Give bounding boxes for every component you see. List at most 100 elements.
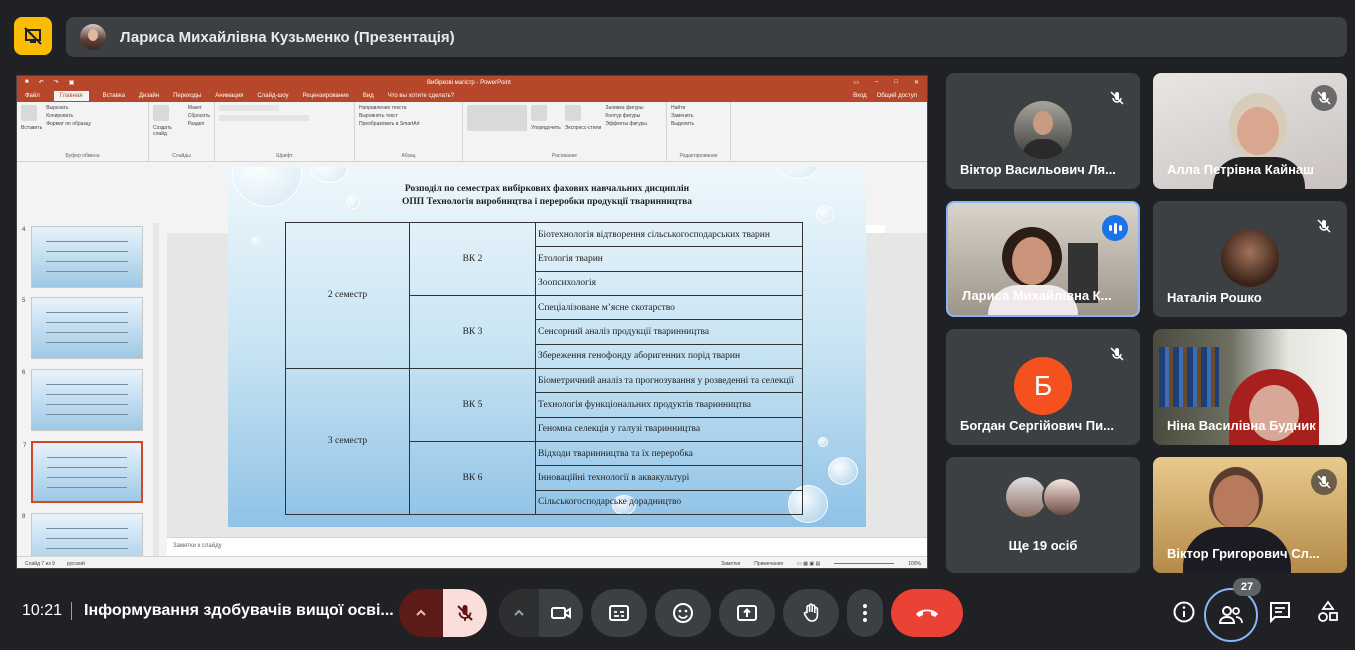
present-screen-button[interactable] [719,589,775,637]
replace-button[interactable]: Заменить [671,113,694,119]
group-code-cell: ВК 6 [409,440,536,516]
copy-button[interactable]: Копировать [46,113,91,119]
section-button[interactable]: Раздел [188,121,210,127]
reactions-button[interactable] [655,589,711,637]
tab-transitions[interactable]: Переходы [173,93,201,99]
tell-me-search[interactable]: Что вы хотите сделать? [388,93,454,99]
group-code-cell: ВК 5 [409,367,536,442]
video-options-button[interactable] [499,589,539,637]
arrange-button[interactable]: Упорядочить [531,105,561,158]
text-direction-button[interactable]: Направление текста [359,105,420,111]
thumbnail-number: 4 [22,227,26,233]
people-button[interactable] [1204,588,1258,642]
meeting-title[interactable]: Інформування здобувачів вищої осві... [84,602,394,620]
divider [71,602,72,620]
discipline-cell: Біотехнологія відтворення сільськогоспод… [535,221,803,248]
align-text-button[interactable]: Выровнять текст [359,113,420,119]
find-button[interactable]: Найти [671,105,694,111]
leave-call-button[interactable] [891,589,963,637]
sign-in-link[interactable]: Вход [853,93,867,99]
language-indicator[interactable]: русский [67,561,85,567]
tab-slideshow[interactable]: Слайд-шоу [257,93,288,99]
meeting-details-button[interactable] [1170,598,1198,626]
semester-cell: 3 семестр [285,367,410,516]
font-format-buttons[interactable] [219,115,309,121]
chat-button[interactable] [1266,598,1294,626]
save-icon[interactable]: ■ [25,79,29,86]
notes-pane[interactable]: Заметки к слайду [167,537,927,556]
redo-icon[interactable]: ↷ [54,79,59,86]
slide-thumbnail-selected[interactable]: 7 [23,441,143,503]
tab-design[interactable]: Дизайн [139,93,159,99]
shape-fill-button[interactable]: Заливка фигуры [605,105,647,111]
quick-styles-icon [564,105,581,121]
reset-button[interactable]: Сбросить [188,113,210,119]
zoom-slider[interactable] [834,563,895,564]
font-name-select[interactable] [219,105,279,111]
shape-effects-button[interactable]: Эффекты фигуры [605,121,647,127]
mic-toggle-button[interactable] [443,589,487,637]
participant-tile-active-speaker[interactable]: Лариса Михайлівна К... [946,201,1140,317]
camera-toggle-button[interactable] [539,589,583,637]
call-end-icon [916,609,938,617]
participant-tile[interactable]: Алла Петрівна Кайнаш [1153,73,1347,189]
activities-button[interactable] [1314,598,1342,626]
zoom-level[interactable]: 100% [908,561,921,567]
tab-file[interactable]: Файл [25,93,40,99]
discipline-cell: Інноваційні технології в аквакультурі [535,465,803,491]
participant-avatar [1221,229,1279,287]
paste-button[interactable]: Вставить [21,105,42,158]
window-controls: ▭ – □ ✕ [853,79,919,86]
share-button[interactable]: Общий доступ [877,93,917,99]
layout-button[interactable]: Макет [188,105,210,111]
participant-tile[interactable]: Віктор Васильович Ля... [946,73,1140,189]
tab-insert[interactable]: Вставка [103,93,125,99]
semester-table: 2 семестр ВК 2 Біотехнологія відтворення… [285,221,803,516]
shape-outline-button[interactable]: Контур фигуры [605,113,647,119]
more-options-button[interactable] [847,589,883,637]
shapes-icon [1318,600,1338,622]
select-button[interactable]: Выделить [671,121,694,127]
more-participants-label: Ще 19 осіб [1008,538,1078,553]
slide-thumbnail[interactable]: 4 [22,226,143,288]
captions-button[interactable] [591,589,647,637]
shapes-gallery[interactable] [467,105,527,131]
more-participants-tile[interactable]: Ще 19 осіб [946,457,1140,573]
comments-toggle[interactable]: Примечания [754,561,783,567]
ribbon-options-icon[interactable]: ▭ [853,79,859,86]
participant-tile[interactable]: Віктор Григорович Сл... [1153,457,1347,573]
new-slide-button[interactable]: Создать слайд [153,105,184,158]
slide-thumbnail[interactable]: 6 [22,369,143,431]
undo-icon[interactable]: ↶ [39,79,44,86]
slide-thumbnail[interactable]: 5 [22,297,143,359]
minimize-icon[interactable]: – [875,79,878,86]
presenter-bar: Лариса Михайлівна Кузьменко (Презентація… [66,17,1347,57]
participant-tile[interactable]: Наталія Рошко [1153,201,1347,317]
notes-toggle[interactable]: Заметки [721,561,740,567]
tab-review[interactable]: Рецензирование [303,93,349,99]
close-icon[interactable]: ✕ [914,79,919,86]
ribbon-group-drawing: Упорядочить Экспресс-стили Заливка фигур… [463,102,667,161]
view-buttons[interactable]: ▭ ▦ ▣ ▤ [797,561,820,567]
format-painter-button[interactable]: Формат по образцу [46,121,91,127]
raise-hand-button[interactable] [783,589,839,637]
start-slideshow-icon[interactable]: ▣ [69,79,75,86]
participant-tile[interactable]: Б Богдан Сергійович Пи... [946,329,1140,445]
smartart-button[interactable]: Преобразовать в SmartArt [359,121,420,127]
new-slide-label: Создать слайд [153,125,173,137]
emoji-icon [673,603,693,623]
quick-styles-button[interactable]: Экспресс-стили [564,105,601,158]
maximize-icon[interactable]: □ [894,79,898,86]
participant-tile[interactable]: Ніна Василівна Будник [1153,329,1347,445]
tab-animations[interactable]: Анимация [215,93,243,99]
tab-view[interactable]: Вид [363,93,374,99]
participant-name: Богдан Сергійович Пи... [960,418,1114,433]
ppt-titlebar: ■ ↶ ↷ ▣ Вибіркові магістр - PowerPoint ▭… [17,76,927,90]
cut-button[interactable]: Вырезать [46,105,91,111]
thumbnails-scrollbar[interactable] [153,223,159,556]
audio-options-button[interactable] [399,589,443,637]
semester-cell: 2 семестр [285,222,410,369]
tab-home[interactable]: Главная [53,91,89,101]
ppt-ribbon-tabs: Файл Главная Вставка Дизайн Переходы Ани… [17,90,927,102]
pin-layout-button[interactable] [14,17,52,55]
